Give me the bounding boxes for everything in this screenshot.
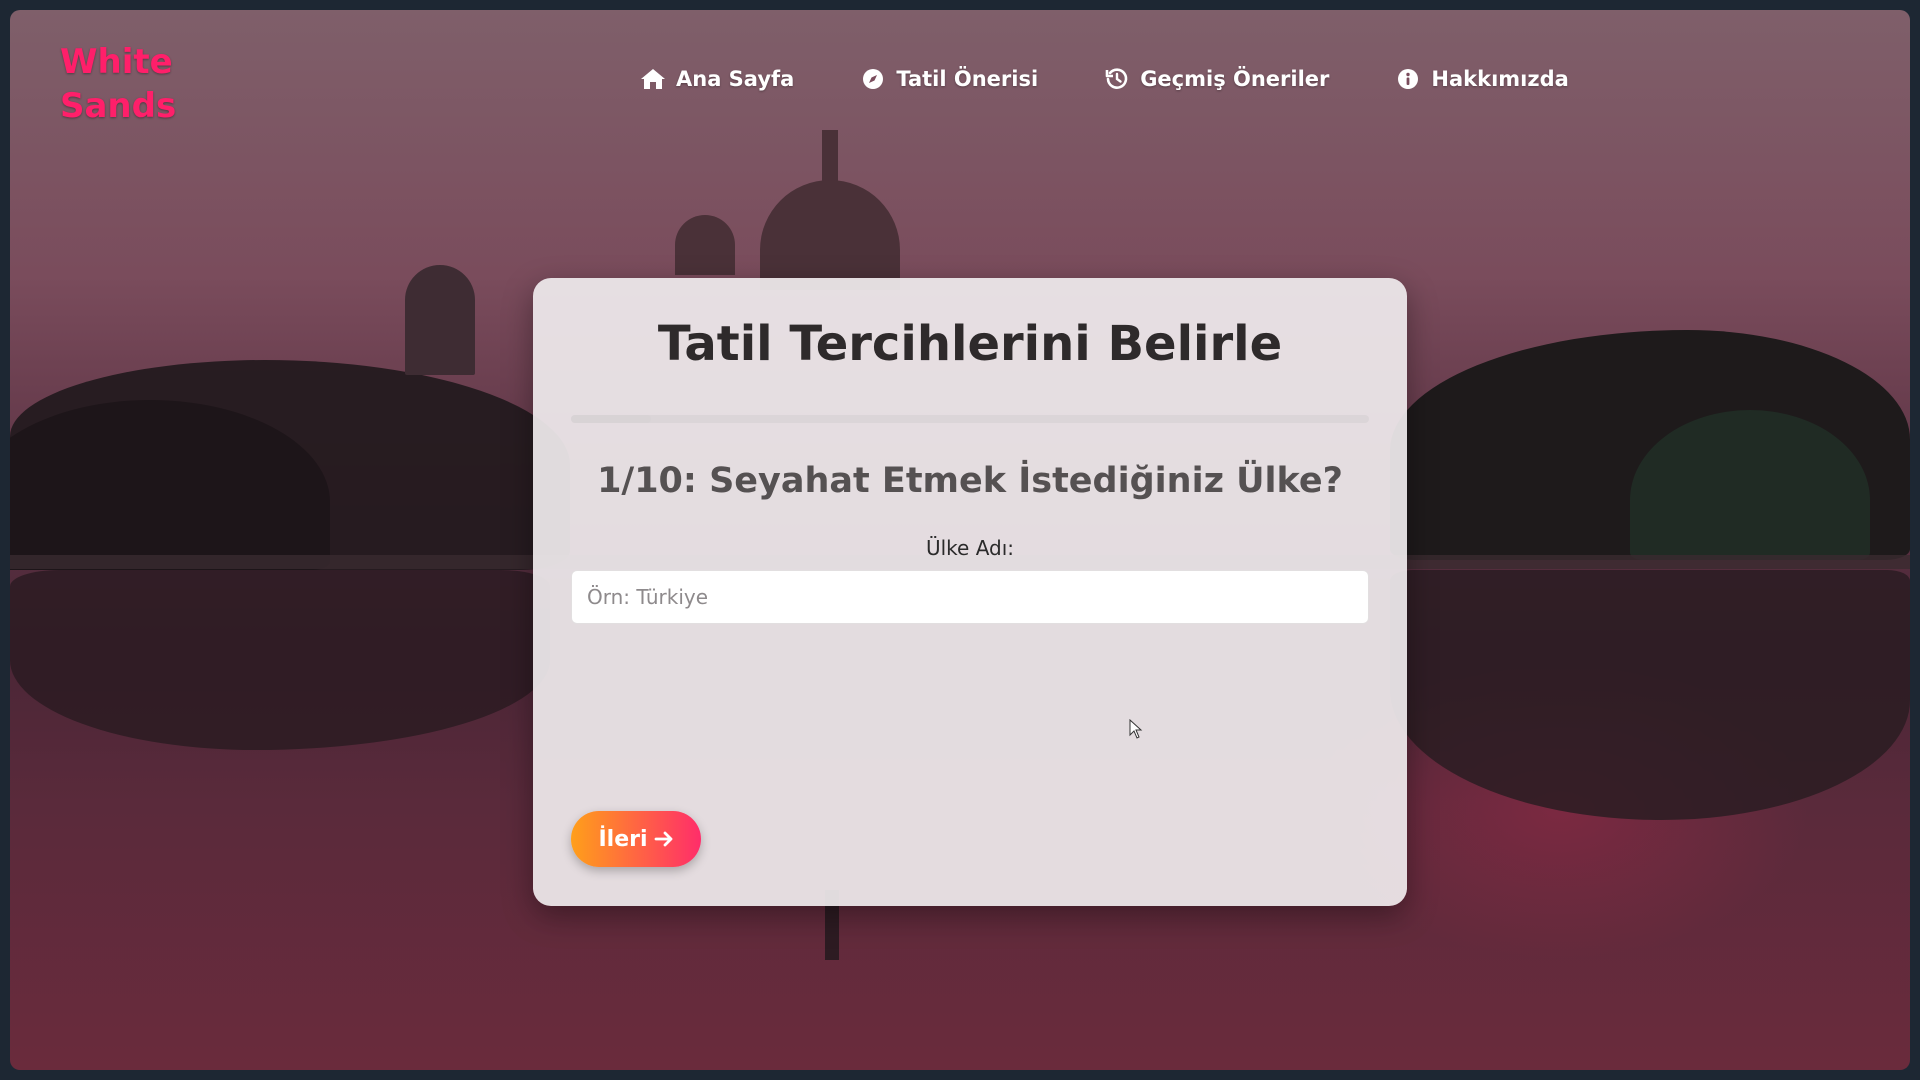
nav-item-label: Hakkımızda [1431,67,1569,91]
arrow-right-icon [654,830,674,848]
brand-line-1: White [60,42,173,82]
compass-icon [860,66,886,92]
nav-item-home[interactable]: Ana Sayfa [640,66,794,92]
nav-item-about[interactable]: Hakkımızda [1395,66,1569,92]
next-button-label: İleri [598,826,648,852]
nav-item-label: Tatil Önerisi [896,67,1039,91]
mouse-cursor-icon [1129,718,1143,739]
nav-item-past-suggestions[interactable]: Geçmiş Öneriler [1104,66,1329,92]
dome-small [675,215,735,275]
card-title: Tatil Tercihlerini Belirle [657,316,1283,372]
info-icon [1395,66,1421,92]
nav-item-label: Geçmiş Öneriler [1140,67,1330,91]
preferences-card: Tatil Tercihlerini Belirle 1/10: Seyahat… [533,278,1407,906]
country-field-label: Ülke Adı: [925,536,1015,560]
country-input[interactable] [571,570,1369,624]
nav-item-label: Ana Sayfa [676,67,795,91]
brand-line-2: Sands [60,86,177,126]
question-heading: 1/10: Seyahat Etmek İstediğiniz Ülke? [597,461,1343,501]
tower-left [405,265,475,375]
dome-center [760,180,900,290]
progress-bar [571,415,1369,423]
home-icon [640,66,666,92]
reflection-left [10,570,550,750]
browser-viewport: White Sands Ana Sayfa Tatil Önerisi Geçm… [10,10,1910,1070]
history-icon [1104,66,1130,92]
progress-fill [571,415,651,423]
main-nav: Ana Sayfa Tatil Önerisi Geçmiş Öneriler [640,66,1569,92]
brand-logo[interactable]: White Sands [60,40,220,128]
next-button[interactable]: İleri [571,811,701,867]
nav-item-vacation-suggestion[interactable]: Tatil Önerisi [860,66,1038,92]
